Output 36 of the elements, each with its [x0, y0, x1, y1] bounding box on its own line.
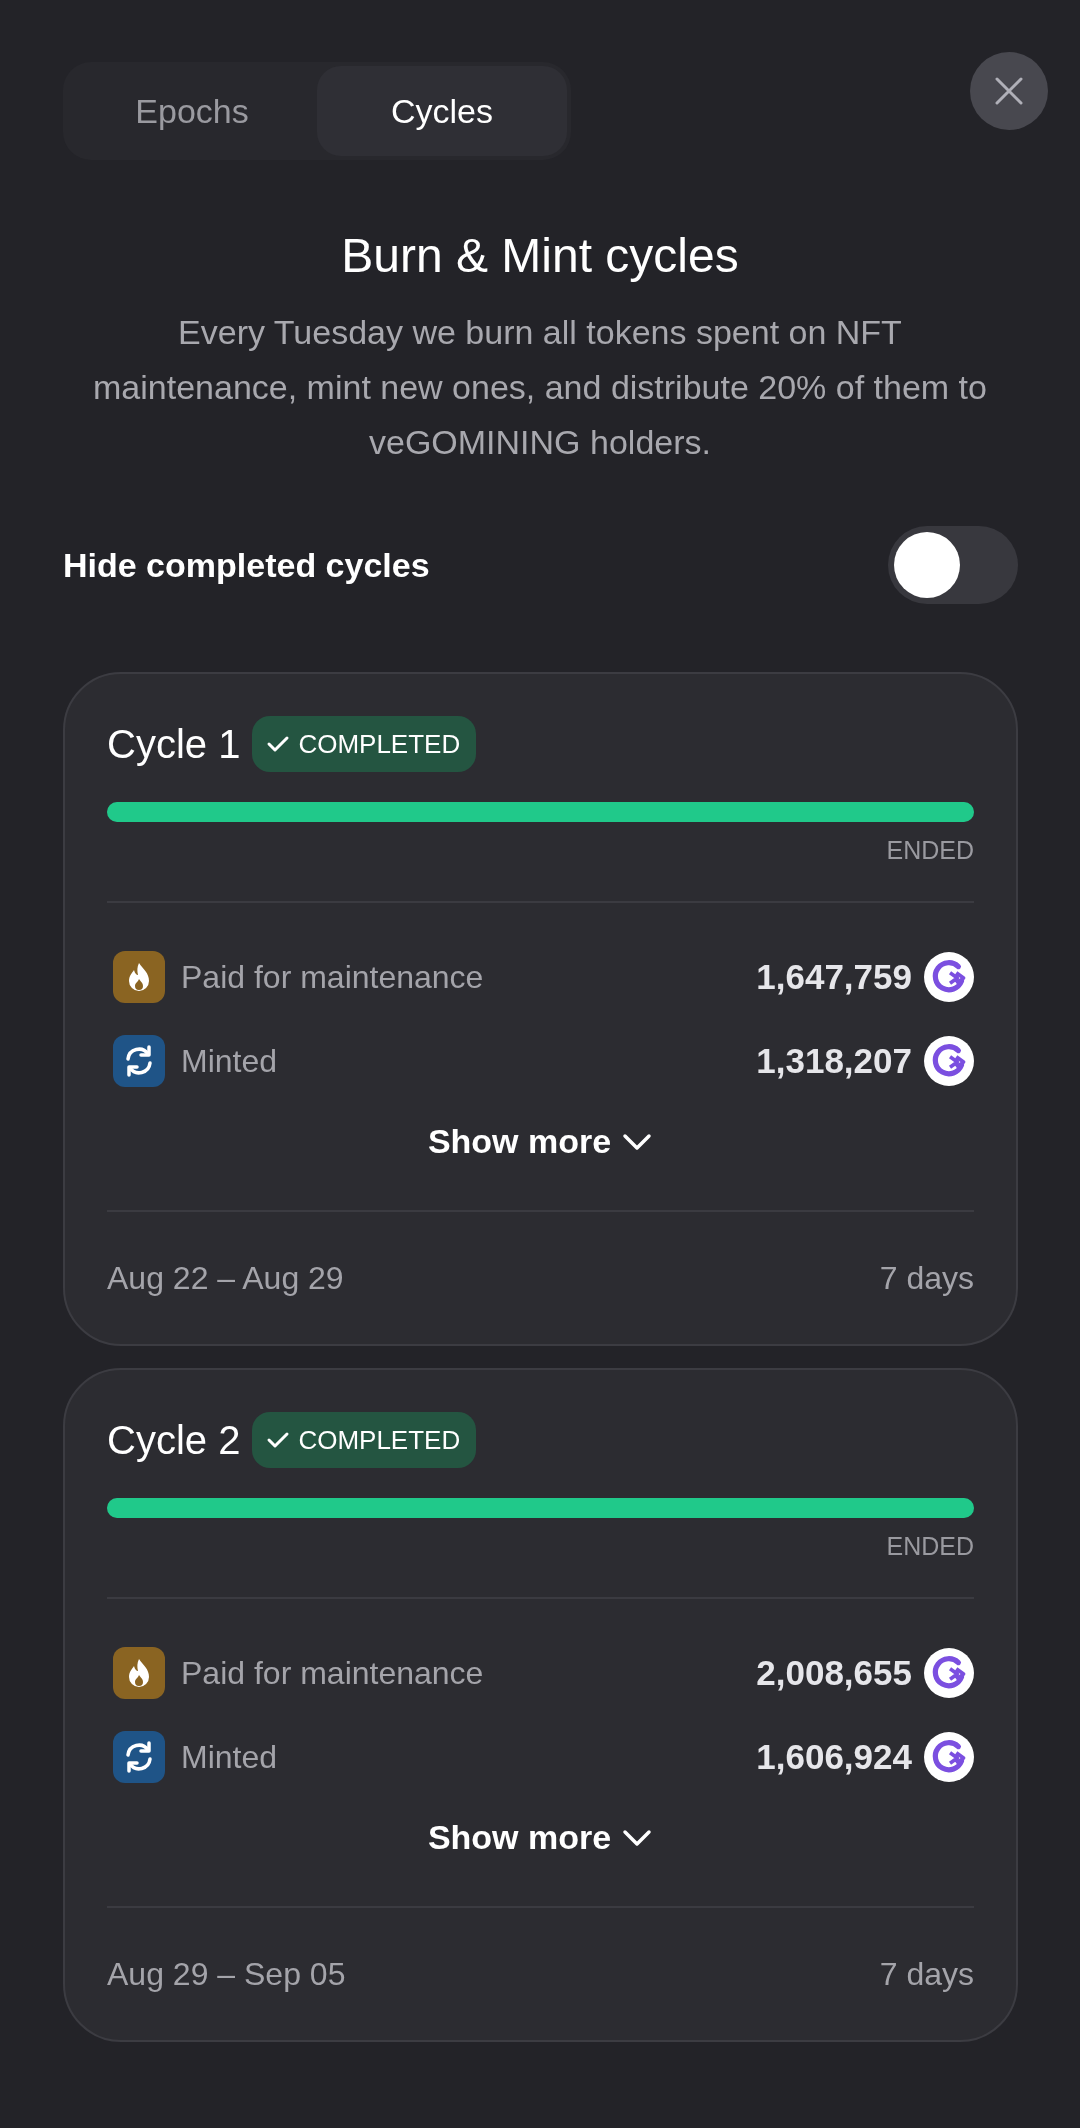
refresh-icon [113, 1731, 165, 1783]
duration: 7 days [879, 1955, 974, 1993]
chevron-down-icon [621, 1827, 654, 1848]
status-badge: COMPLETED [252, 1412, 477, 1468]
flame-icon [113, 1647, 165, 1699]
token-icon [924, 952, 974, 1002]
show-more-button[interactable]: Show more [421, 1817, 660, 1858]
tab[interactable]: Epochs [67, 66, 317, 156]
date-range: Aug 29 – Sep 05 [107, 1955, 346, 1993]
flame-icon [113, 951, 165, 1003]
row-label: Minted [181, 1738, 279, 1776]
token-icon [924, 1648, 974, 1698]
show-more-button[interactable]: Show more [421, 1121, 660, 1162]
tab[interactable]: Cycles [317, 66, 567, 156]
token-icon [924, 1036, 974, 1086]
chevron-down-icon [621, 1131, 654, 1152]
toggle-label: Hide completed cycles [63, 545, 430, 585]
status-label: ENDED [885, 836, 974, 865]
amount: 2,008,655 [756, 1653, 912, 1693]
close-icon [994, 76, 1024, 106]
token-icon [924, 1732, 974, 1782]
amount: 1,606,924 [756, 1737, 912, 1777]
row-label: Minted [181, 1042, 279, 1080]
amount: 1,318,207 [756, 1041, 912, 1081]
page-title: Burn & Mint cycles [340, 228, 740, 283]
row-label: Paid for maintenance [181, 1654, 485, 1692]
status-label: ENDED [885, 1532, 974, 1561]
cycle-title: Cycle 2 [107, 1417, 241, 1463]
description: Every Tuesday we burn all tokens spent on NFT maintenance, mint new ones, and distribute 20% of them to veGOMINING holders. [92, 312, 988, 463]
row-label: Paid for maintenance [181, 958, 485, 996]
duration: 7 days [879, 1259, 974, 1297]
date-range: Aug 22 – Aug 29 [107, 1259, 344, 1297]
cycle-title: Cycle 1 [107, 721, 241, 767]
status-badge: COMPLETED [252, 716, 477, 772]
amount: 1,647,759 [756, 957, 912, 997]
refresh-icon [113, 1035, 165, 1087]
